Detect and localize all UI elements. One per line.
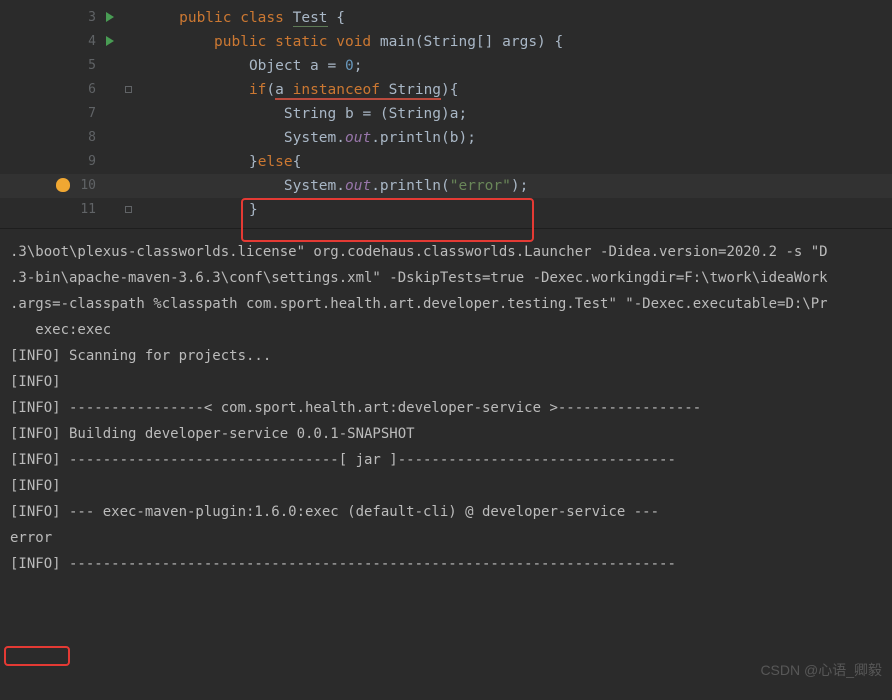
code-content[interactable]: public static void main(String[] args) {: [118, 30, 563, 54]
code-content[interactable]: }else{: [118, 150, 301, 174]
line-number: 6: [0, 78, 118, 102]
code-content[interactable]: }: [118, 198, 258, 222]
run-icon[interactable]: [106, 36, 114, 46]
line-number: 4: [0, 30, 118, 54]
code-line[interactable]: 10 System.out.println("error");: [0, 174, 892, 198]
line-number: 9: [0, 150, 118, 174]
code-line[interactable]: 9 }else{: [0, 150, 892, 174]
line-number: 7: [0, 102, 118, 126]
highlight-box-error: [4, 646, 70, 666]
fold-marker-icon[interactable]: [125, 206, 132, 213]
line-number: 11: [0, 198, 118, 222]
code-content[interactable]: Object a = 0;: [118, 54, 362, 78]
watermark-text: CSDN @心语_卿毅: [760, 660, 882, 680]
code-content[interactable]: if(a instanceof String){: [118, 78, 459, 102]
line-number: 3: [0, 6, 118, 30]
code-content[interactable]: System.out.println("error");: [118, 174, 528, 198]
line-number: 8: [0, 126, 118, 150]
run-icon[interactable]: [106, 12, 114, 22]
code-editor[interactable]: 3 public class Test {4 public static voi…: [0, 0, 892, 222]
code-line[interactable]: 5 Object a = 0;: [0, 54, 892, 78]
bulb-icon[interactable]: [56, 178, 70, 192]
code-line[interactable]: 8 System.out.println(b);: [0, 126, 892, 150]
code-line[interactable]: 6 if(a instanceof String){: [0, 78, 892, 102]
code-line[interactable]: 4 public static void main(String[] args)…: [0, 30, 892, 54]
code-line[interactable]: 7 String b = (String)a;: [0, 102, 892, 126]
fold-marker-icon[interactable]: [125, 86, 132, 93]
terminal-panel[interactable]: .3\boot\plexus-classworlds.license" org.…: [0, 228, 892, 587]
code-content[interactable]: public class Test {: [118, 6, 345, 30]
line-number: 10: [0, 174, 118, 198]
highlight-box-code: [241, 198, 534, 242]
code-content[interactable]: String b = (String)a;: [118, 102, 467, 126]
code-content[interactable]: System.out.println(b);: [118, 126, 476, 150]
code-line[interactable]: 3 public class Test {: [0, 6, 892, 30]
line-number: 5: [0, 54, 118, 78]
